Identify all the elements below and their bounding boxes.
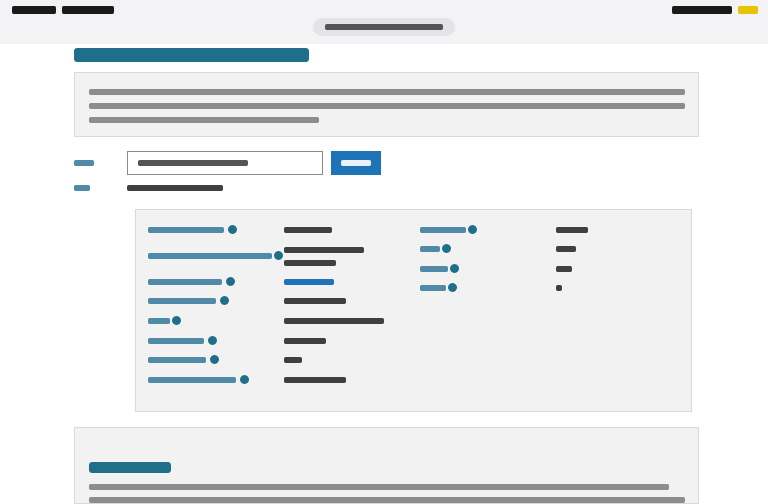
field-label-placeholder xyxy=(148,298,216,304)
disclaimer-panel xyxy=(74,427,699,504)
intro-line-placeholder xyxy=(89,117,319,123)
disclaimer-title-placeholder xyxy=(89,462,171,473)
status-signal-placeholder xyxy=(672,6,732,14)
vehicle-details-panel xyxy=(135,209,692,412)
field-label-placeholder xyxy=(148,338,204,344)
page-title-placeholder xyxy=(74,48,309,62)
field-value-placeholder xyxy=(284,377,346,383)
disclaimer-line-placeholder xyxy=(89,497,685,503)
vin-label-placeholder xyxy=(74,160,94,166)
field-value-placeholder xyxy=(284,227,332,233)
field-label-placeholder xyxy=(420,285,446,291)
field-value-placeholder xyxy=(556,246,576,252)
vin-input[interactable] xyxy=(127,151,323,175)
help-icon[interactable] xyxy=(220,296,229,305)
status-bar xyxy=(0,0,768,44)
search-button-label-placeholder xyxy=(341,160,371,166)
field-label-placeholder xyxy=(148,357,206,363)
status-time-placeholder xyxy=(12,6,56,14)
intro-line-placeholder xyxy=(89,103,685,109)
intro-line-placeholder xyxy=(89,89,685,95)
help-icon[interactable] xyxy=(240,375,249,384)
vin-result-value-placeholder xyxy=(127,185,223,191)
field-value-placeholder xyxy=(556,285,562,291)
help-icon[interactable] xyxy=(226,277,235,286)
field-label-placeholder xyxy=(148,377,236,383)
intro-panel xyxy=(74,72,699,137)
field-label-placeholder xyxy=(148,318,170,324)
field-value-placeholder xyxy=(284,357,302,363)
disclaimer-line-placeholder xyxy=(89,484,669,490)
field-value-placeholder xyxy=(284,318,384,324)
help-icon[interactable] xyxy=(228,225,237,234)
help-icon[interactable] xyxy=(172,316,181,325)
field-value-placeholder xyxy=(556,227,588,233)
field-value-placeholder xyxy=(284,247,364,253)
status-date-placeholder xyxy=(62,6,114,14)
vin-input-value-placeholder xyxy=(138,160,248,166)
help-icon[interactable] xyxy=(468,225,477,234)
field-label-placeholder xyxy=(148,253,272,259)
help-icon[interactable] xyxy=(448,283,457,292)
help-icon[interactable] xyxy=(210,355,219,364)
help-icon[interactable] xyxy=(274,251,283,260)
help-icon[interactable] xyxy=(442,244,451,253)
help-icon[interactable] xyxy=(208,336,217,345)
url-text-placeholder xyxy=(325,24,443,30)
field-value-placeholder xyxy=(284,298,346,304)
field-label-placeholder xyxy=(420,266,448,272)
battery-icon xyxy=(738,6,758,14)
address-bar[interactable] xyxy=(313,18,455,36)
help-icon[interactable] xyxy=(450,264,459,273)
field-value-placeholder xyxy=(556,266,572,272)
approval-number-link[interactable] xyxy=(284,279,334,285)
field-label-placeholder xyxy=(420,246,440,252)
field-label-placeholder xyxy=(148,227,224,233)
field-value-placeholder xyxy=(284,338,326,344)
vin-result-label-placeholder xyxy=(74,185,90,191)
field-value-placeholder xyxy=(284,260,336,266)
field-label-placeholder xyxy=(148,279,222,285)
field-label-placeholder xyxy=(420,227,466,233)
search-button[interactable] xyxy=(331,151,381,175)
